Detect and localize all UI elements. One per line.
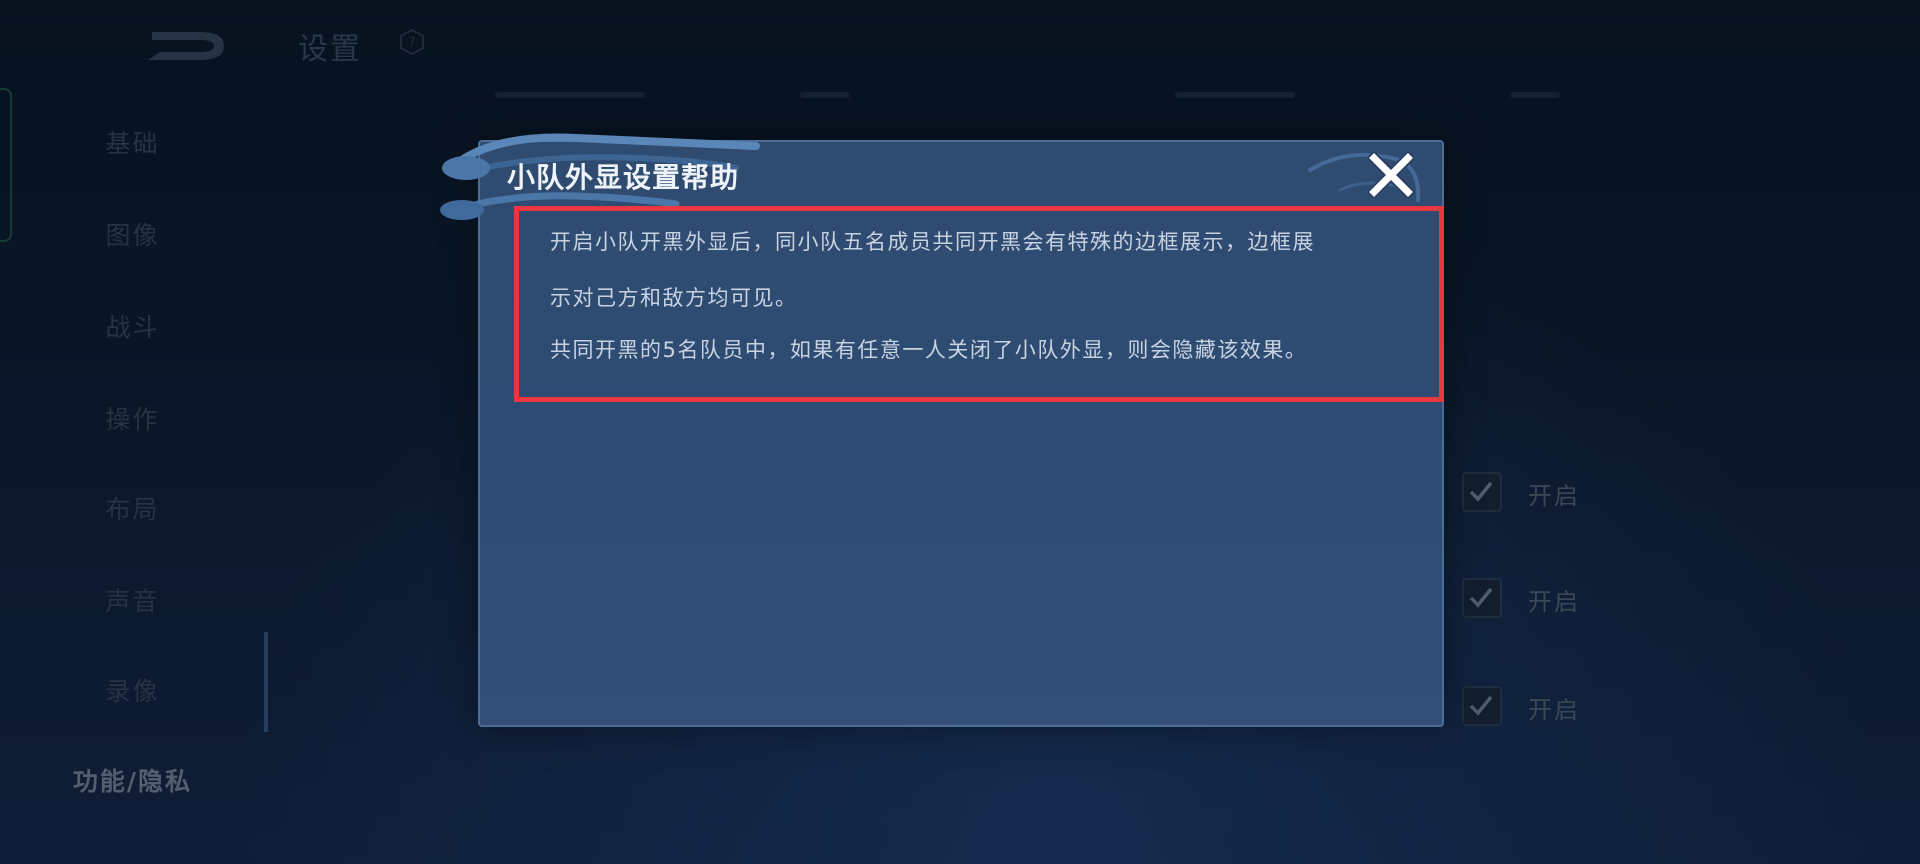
help-text-line: 示对己方和敌方均可见。 (550, 286, 798, 310)
dialog-title: 小队外显设置帮助 (507, 161, 740, 194)
close-button[interactable] (1368, 152, 1414, 198)
settings-screen: 设置 ? 基础 图像 战斗 操作 布局 声音 录像 功能/隐私 开启 开启 开启 (0, 0, 1920, 864)
help-text-line: 共同开黑的5名队员中，如果有任意一人关闭了小队外显，则会隐藏该效果。 (550, 338, 1308, 362)
close-icon (1368, 152, 1414, 198)
help-text-line: 开启小队开黑外显后，同小队五名成员共同开黑会有特殊的边框展示，边框展 (550, 230, 1315, 254)
